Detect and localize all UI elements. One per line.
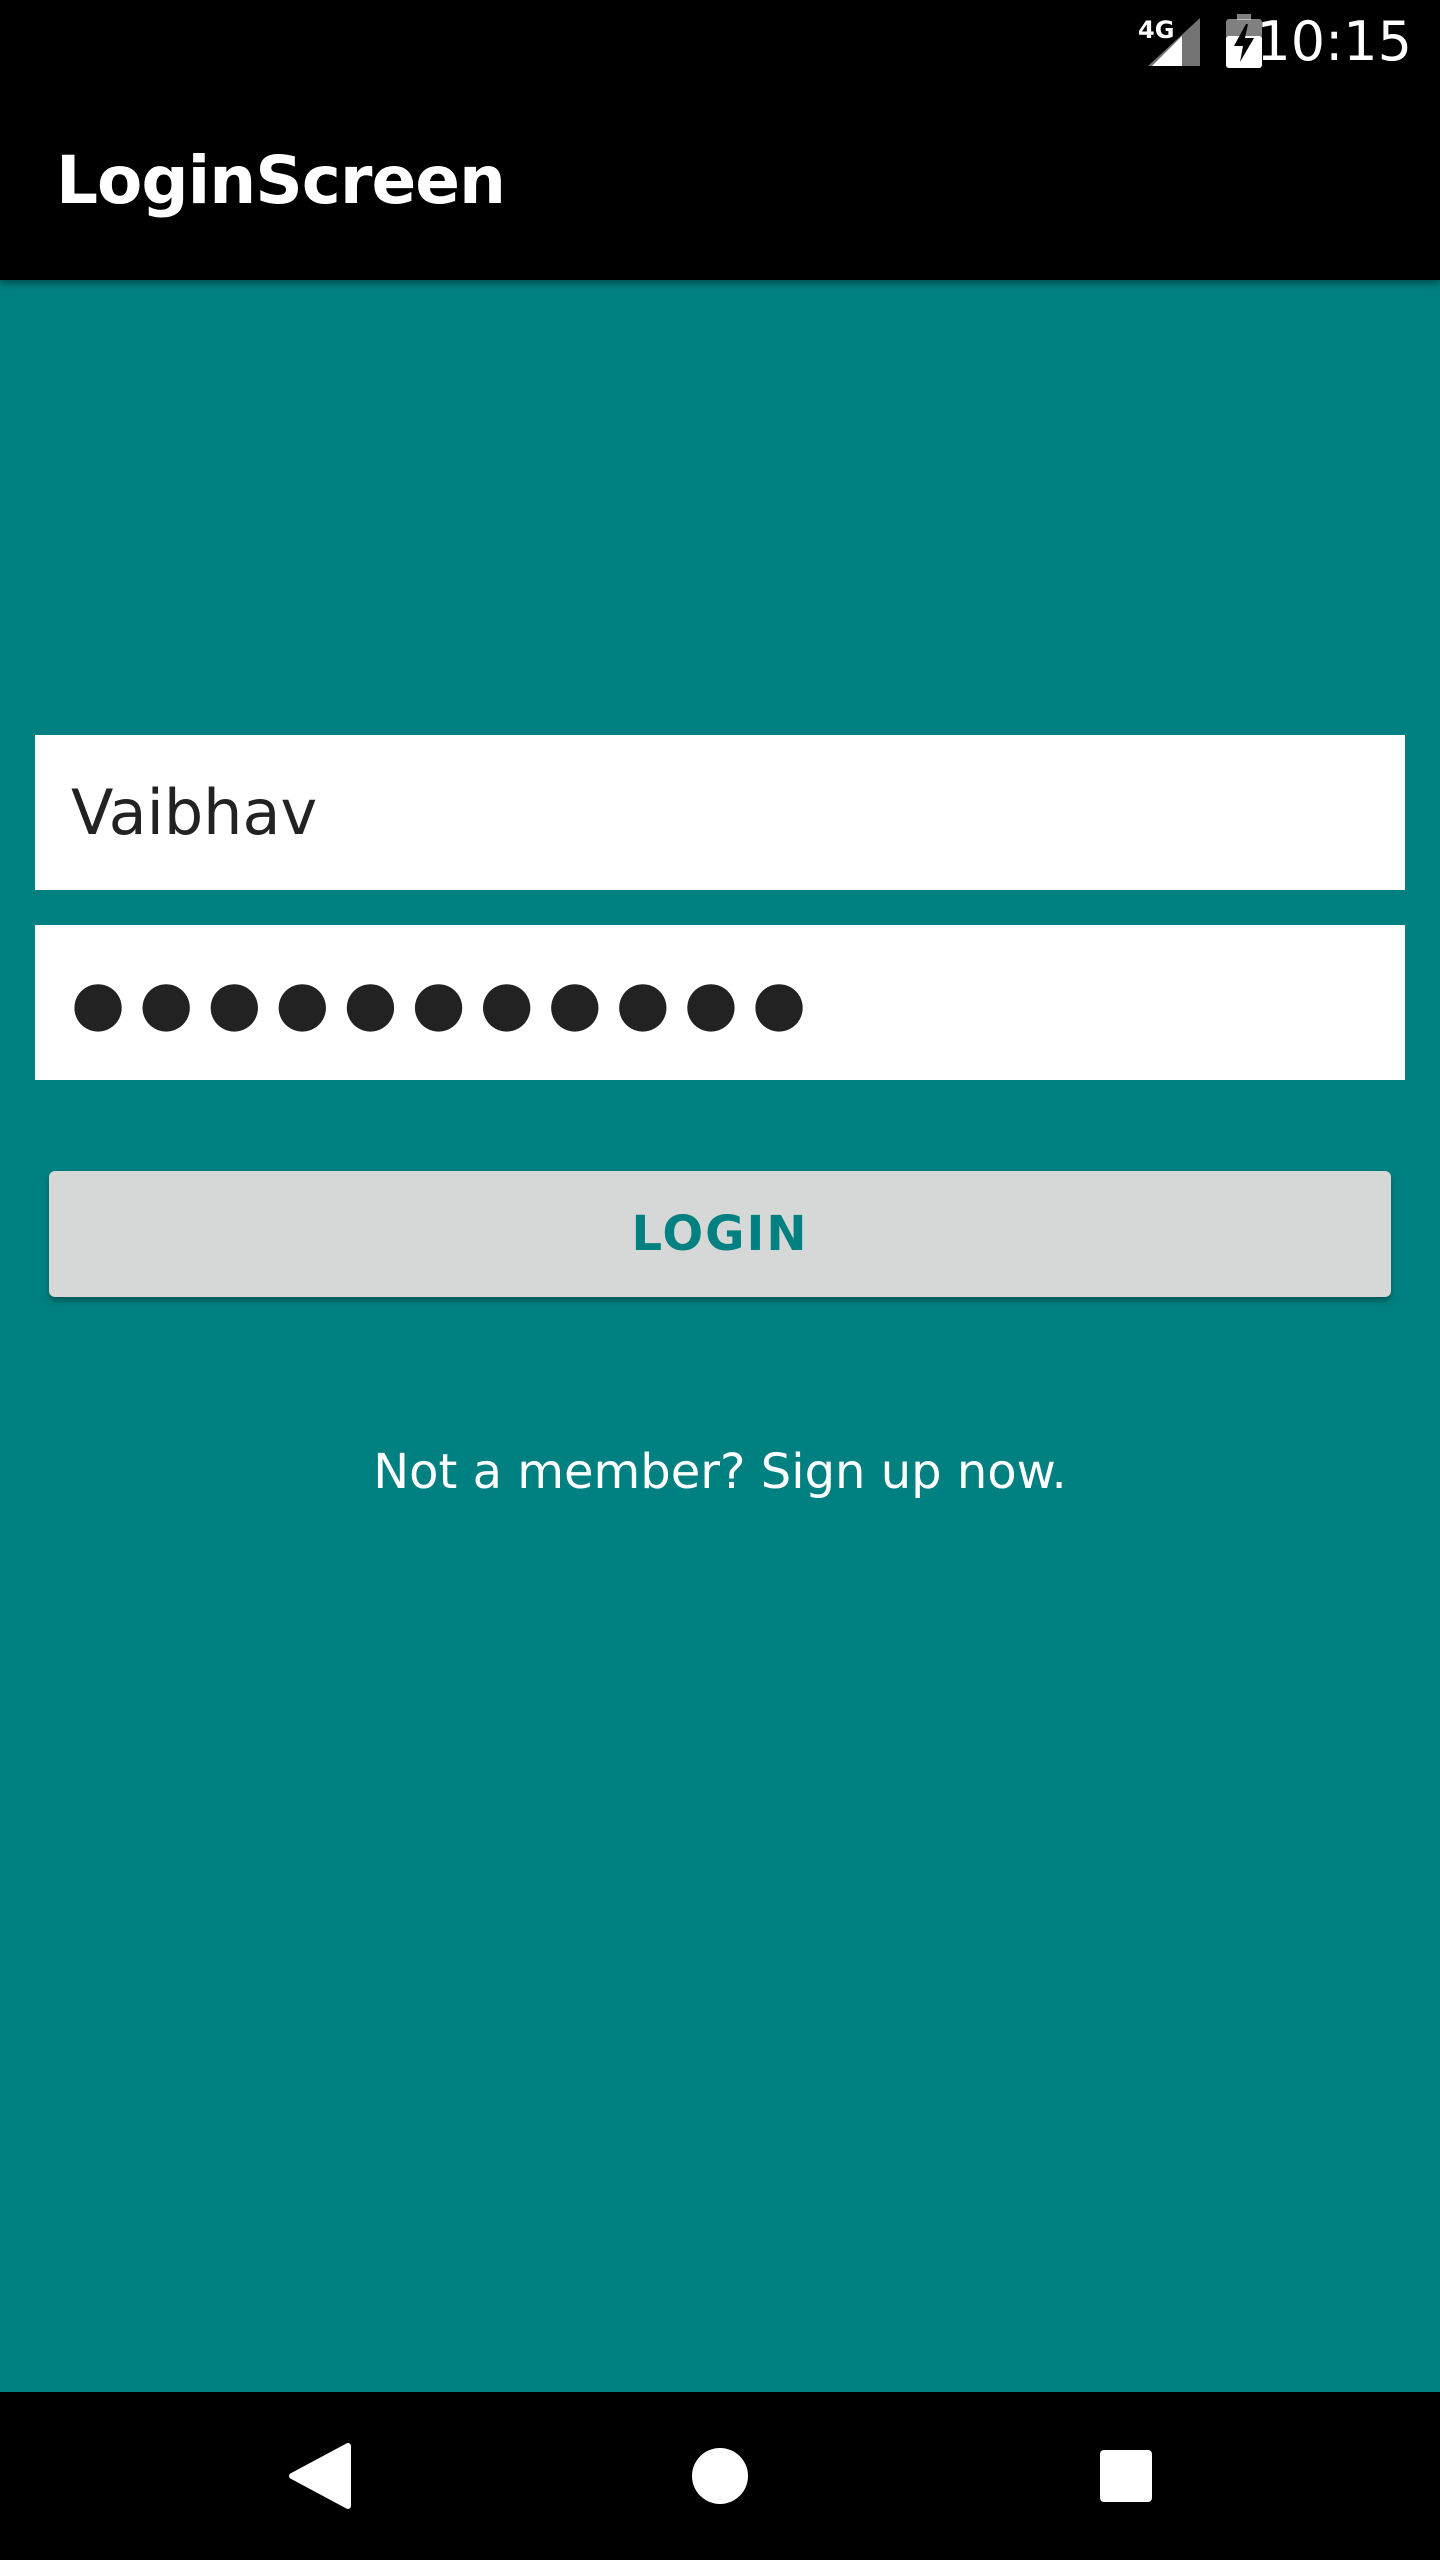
app-title: LoginScreen — [56, 142, 506, 219]
password-field[interactable] — [35, 925, 1405, 1080]
recents-icon[interactable] — [1078, 2428, 1174, 2524]
app-bar: LoginScreen — [0, 84, 1440, 280]
login-button[interactable]: LOGIN — [49, 1171, 1391, 1297]
status-bar: 4G 10:15 — [0, 0, 1440, 84]
signup-link[interactable]: Not a member? Sign up now. — [0, 1444, 1440, 1500]
navigation-bar — [0, 2392, 1440, 2560]
home-icon[interactable] — [672, 2428, 768, 2524]
login-screen: 4G 10:15 LoginScreen LOGIN Not a member?… — [0, 0, 1440, 2560]
status-time: 10:15 — [1256, 10, 1412, 73]
signal-icon — [1148, 18, 1200, 66]
username-field[interactable] — [35, 735, 1405, 890]
back-icon[interactable] — [270, 2428, 366, 2524]
